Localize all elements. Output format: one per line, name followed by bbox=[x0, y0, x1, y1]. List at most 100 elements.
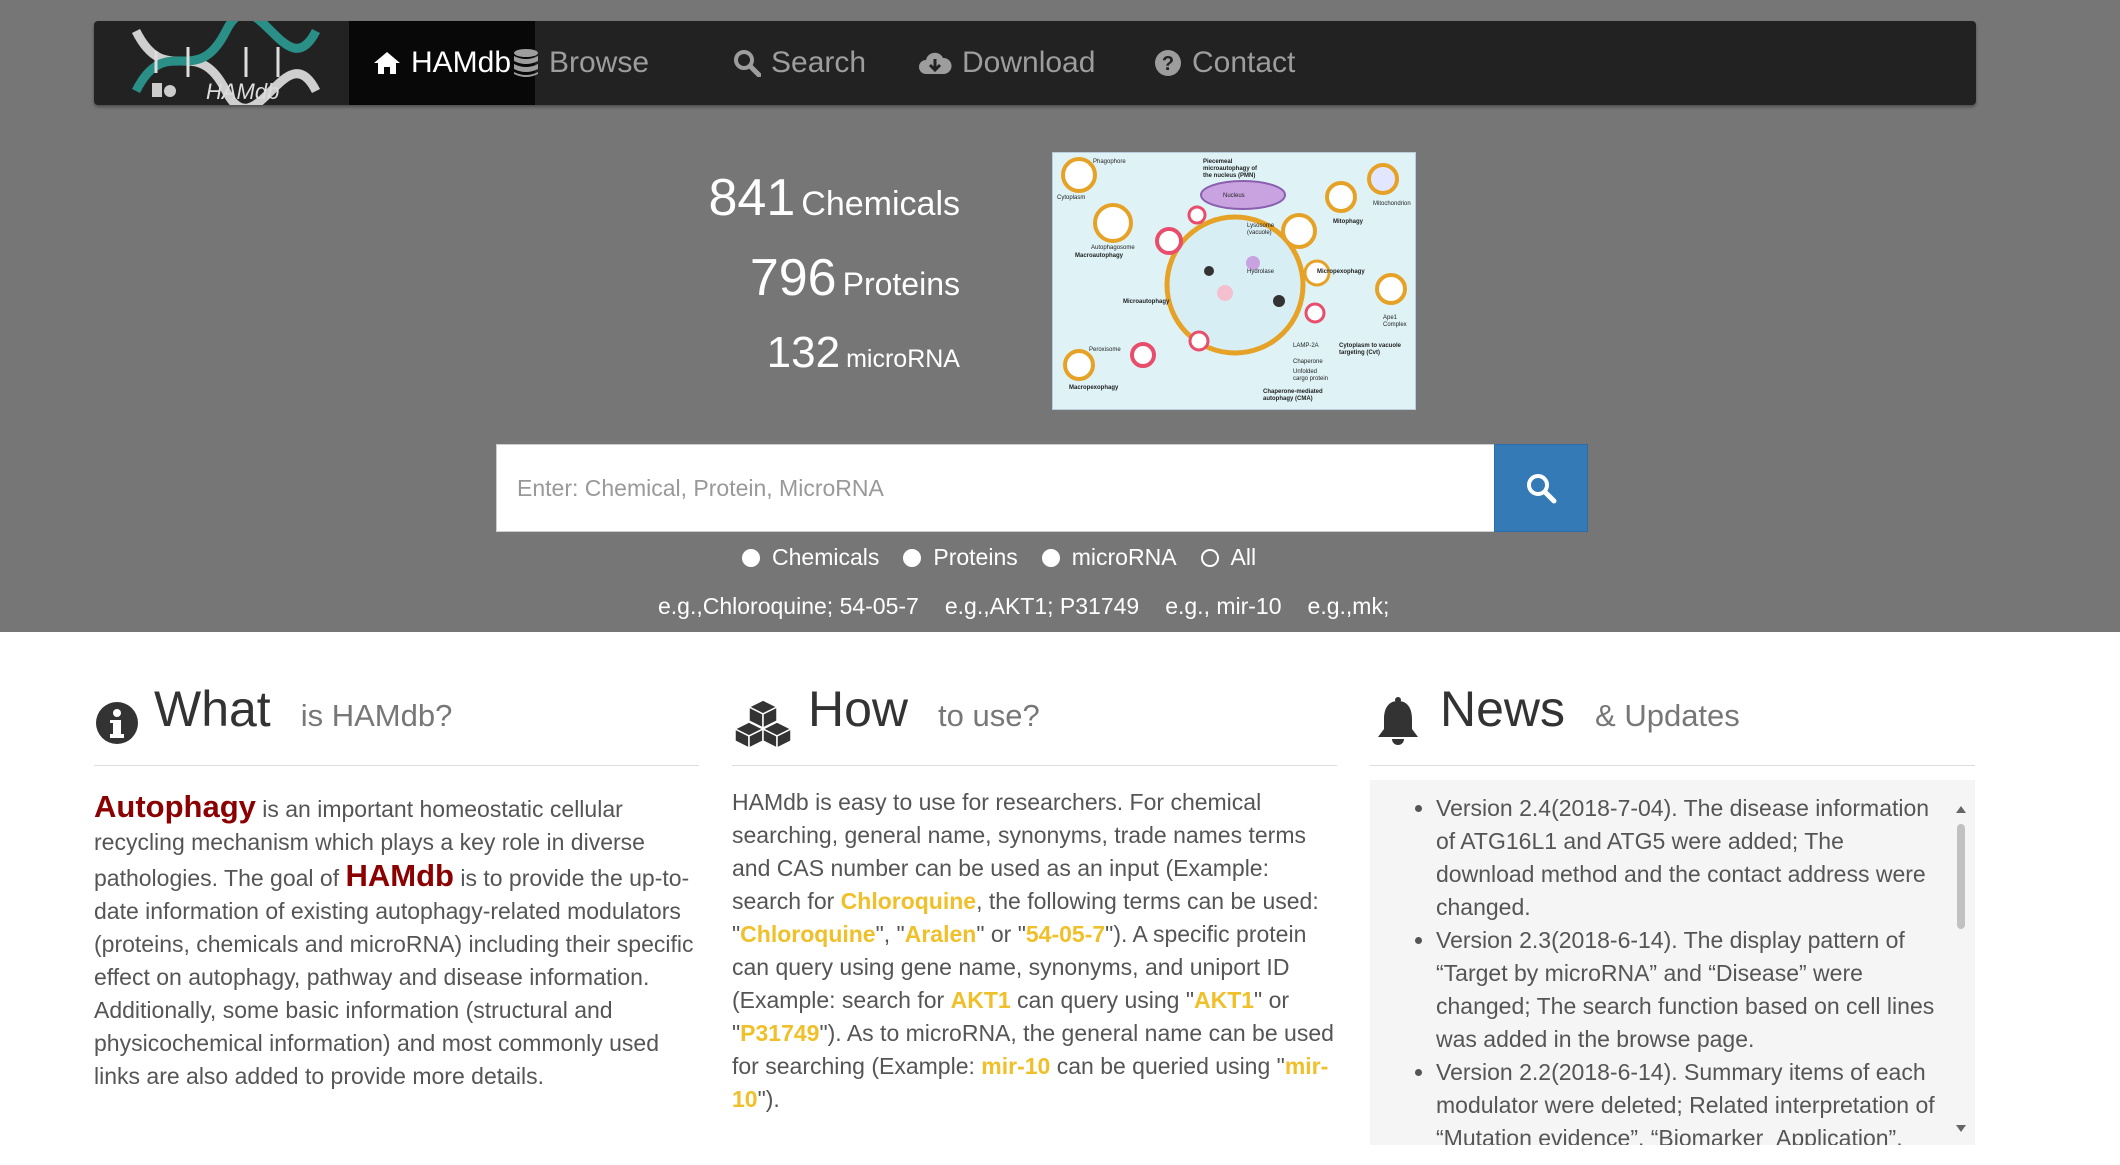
cubes-icon bbox=[732, 696, 794, 750]
news-scrollbar[interactable] bbox=[1955, 804, 1967, 1134]
svg-text:Chaperone: Chaperone bbox=[1293, 359, 1323, 365]
stat-chemicals-count: 841 bbox=[708, 169, 796, 227]
svg-text:Mitophagy: Mitophagy bbox=[1333, 219, 1364, 225]
how-text: ", " bbox=[875, 921, 905, 947]
hero-section: HAMdb HAMdb Browse Search Download ? Con… bbox=[0, 0, 2120, 632]
news-title: News bbox=[1440, 681, 1566, 737]
what-header: What is HAMdb? bbox=[94, 680, 699, 766]
example-all[interactable]: e.g.,mk; bbox=[1308, 593, 1390, 620]
radio-dot bbox=[903, 548, 922, 567]
autophagy-diagram: Phagophore Piecemeal microautophagy of t… bbox=[1052, 152, 1416, 410]
news-list: Version 2.4(2018-7-04). The disease info… bbox=[1390, 792, 1945, 1145]
news-scroll-panel[interactable]: Version 2.4(2018-7-04). The disease info… bbox=[1370, 780, 1975, 1145]
search-box bbox=[496, 444, 1496, 532]
how-text: can be queried using " bbox=[1050, 1053, 1285, 1079]
stat-chemicals: 841 Chemicals bbox=[709, 168, 960, 228]
svg-text:Unfolded: Unfolded bbox=[1293, 369, 1317, 375]
svg-text:(vacuole): (vacuole) bbox=[1247, 230, 1272, 236]
search-type-radios: Chemicals Proteins microRNA All bbox=[742, 544, 1280, 571]
bell-icon bbox=[1370, 696, 1426, 750]
search-button[interactable] bbox=[1494, 444, 1588, 532]
example-link[interactable]: P31749 bbox=[740, 1020, 819, 1046]
question-circle-icon: ? bbox=[1155, 50, 1181, 76]
hamdb-logo[interactable]: HAMdb bbox=[126, 9, 326, 113]
navbar: HAMdb HAMdb Browse Search Download ? Con… bbox=[94, 9, 1976, 113]
example-link[interactable]: AKT1 bbox=[951, 987, 1011, 1013]
radio-microrna-label: microRNA bbox=[1071, 544, 1177, 570]
svg-text:Cytoplasm: Cytoplasm bbox=[1057, 195, 1085, 201]
how-subtitle: to use? bbox=[938, 698, 1040, 733]
what-text-2: is to provide the up-to-date information… bbox=[94, 865, 694, 1089]
radio-proteins[interactable]: Proteins bbox=[903, 544, 1018, 571]
stat-chemicals-label: Chemicals bbox=[801, 185, 960, 223]
news-item: Version 2.4(2018-7-04). The disease info… bbox=[1436, 792, 1945, 924]
nav-download[interactable]: Download bbox=[894, 21, 1119, 105]
example-link[interactable]: mir-10 bbox=[981, 1053, 1050, 1079]
svg-text:Ape1: Ape1 bbox=[1383, 315, 1398, 321]
nav-contact[interactable]: ? Contact bbox=[1130, 21, 1319, 105]
svg-text:Macropexophagy: Macropexophagy bbox=[1069, 385, 1119, 391]
example-protein[interactable]: e.g.,AKT1; P31749 bbox=[945, 593, 1139, 620]
radio-chemicals-label: Chemicals bbox=[772, 544, 880, 570]
example-link[interactable]: 54-05-7 bbox=[1026, 921, 1105, 947]
scroll-thumb[interactable] bbox=[1957, 824, 1965, 929]
stat-microrna-label: microRNA bbox=[846, 345, 960, 373]
what-section: What is HAMdb? Autophagy is an important… bbox=[94, 680, 699, 1093]
home-icon bbox=[374, 52, 400, 74]
svg-text:Complex: Complex bbox=[1383, 322, 1407, 328]
cloud-download-icon bbox=[919, 52, 952, 74]
scroll-down-icon[interactable] bbox=[1955, 1124, 1967, 1134]
radio-microrna[interactable]: microRNA bbox=[1041, 544, 1177, 571]
nav-browse-label: Browse bbox=[549, 46, 650, 79]
svg-text:Lysosome: Lysosome bbox=[1247, 223, 1275, 229]
radio-dot bbox=[1200, 548, 1219, 567]
svg-text:?: ? bbox=[1162, 53, 1174, 75]
nav-browse[interactable]: Browse bbox=[489, 21, 673, 105]
how-section: How to use? HAMdb is easy to use for res… bbox=[732, 680, 1337, 1116]
radio-all[interactable]: All bbox=[1200, 544, 1257, 571]
example-link[interactable]: Chloroquine bbox=[740, 921, 875, 947]
search-input[interactable] bbox=[497, 445, 1495, 531]
radio-proteins-label: Proteins bbox=[933, 544, 1018, 570]
news-subtitle: & Updates bbox=[1595, 698, 1740, 733]
news-header: News & Updates bbox=[1370, 680, 1975, 766]
search-icon bbox=[1527, 474, 1557, 504]
nav-search[interactable]: Search bbox=[709, 21, 890, 105]
example-chemical[interactable]: e.g.,Chloroquine; 54-05-7 bbox=[658, 593, 919, 620]
svg-text:targeting (Cvt): targeting (Cvt) bbox=[1339, 350, 1380, 356]
svg-text:Micropexophagy: Micropexophagy bbox=[1317, 269, 1365, 275]
term-autophagy: Autophagy bbox=[94, 789, 256, 824]
radio-dot bbox=[742, 548, 760, 567]
database-icon bbox=[514, 49, 538, 77]
nav-download-label: Download bbox=[962, 46, 1096, 79]
nav-contact-label: Contact bbox=[1192, 46, 1296, 79]
svg-text:Autophagosome: Autophagosome bbox=[1091, 245, 1135, 251]
example-link[interactable]: Chloroquine bbox=[841, 888, 976, 914]
svg-text:LAMP-2A: LAMP-2A bbox=[1293, 343, 1319, 349]
stat-microrna-count: 132 bbox=[766, 328, 841, 377]
how-description: HAMdb is easy to use for researchers. Fo… bbox=[732, 786, 1337, 1116]
what-title: What bbox=[154, 681, 271, 737]
how-header: How to use? bbox=[732, 680, 1337, 766]
svg-text:cargo protein: cargo protein bbox=[1293, 376, 1328, 382]
info-circle-icon bbox=[94, 696, 140, 750]
how-text: "). bbox=[757, 1086, 780, 1112]
news-item: Version 2.2(2018-6-14). Summary items of… bbox=[1436, 1056, 1945, 1145]
radio-all-label: All bbox=[1230, 544, 1257, 570]
nav-search-label: Search bbox=[771, 46, 867, 79]
example-microrna[interactable]: e.g., mir-10 bbox=[1165, 593, 1281, 620]
svg-text:Chaperone-mediated: Chaperone-mediated bbox=[1263, 389, 1323, 395]
stat-proteins-label: Proteins bbox=[842, 266, 960, 302]
svg-text:Microautophagy: Microautophagy bbox=[1123, 299, 1170, 305]
news-section: News & Updates Version 2.4(2018-7-04). T… bbox=[1370, 680, 1975, 1145]
svg-text:autophagy (CMA): autophagy (CMA) bbox=[1263, 396, 1313, 402]
how-text: can query using " bbox=[1010, 987, 1194, 1013]
svg-text:Macroautophagy: Macroautophagy bbox=[1075, 253, 1124, 259]
svg-text:Nucleus: Nucleus bbox=[1223, 193, 1245, 199]
search-examples: e.g.,Chloroquine; 54-05-7 e.g.,AKT1; P31… bbox=[658, 593, 1415, 620]
example-link[interactable]: Aralen bbox=[905, 921, 977, 947]
logo-text: HAMdb bbox=[206, 79, 280, 104]
scroll-up-icon[interactable] bbox=[1955, 804, 1967, 814]
radio-chemicals[interactable]: Chemicals bbox=[742, 544, 879, 571]
example-link[interactable]: AKT1 bbox=[1194, 987, 1254, 1013]
